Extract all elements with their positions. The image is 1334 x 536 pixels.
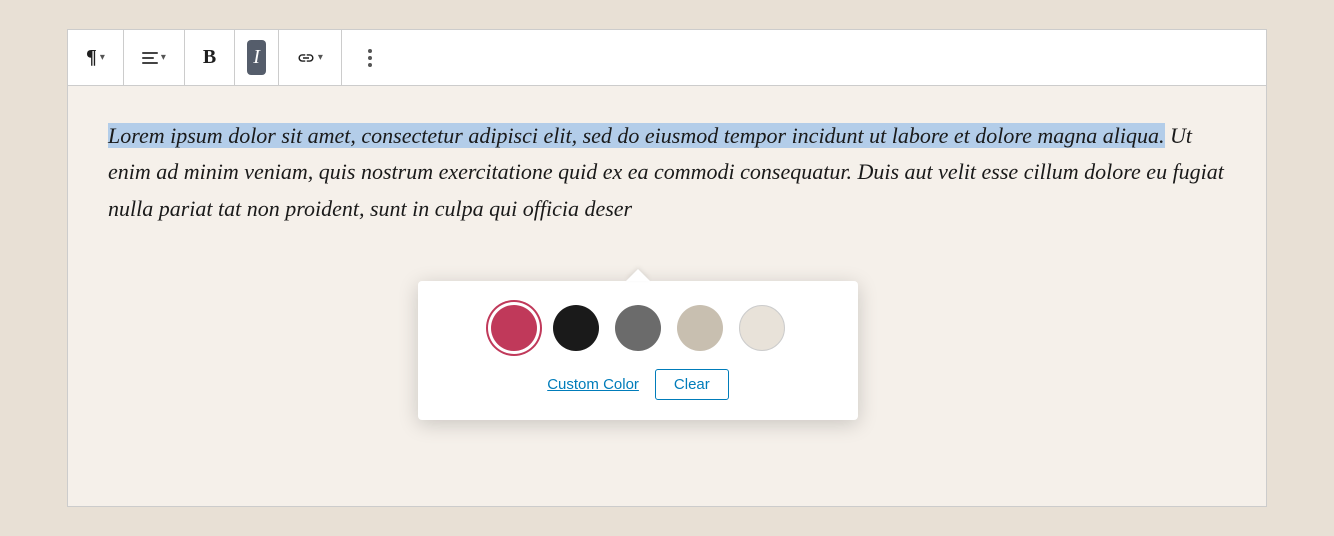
align-chevron: ▾ xyxy=(161,52,166,63)
color-swatches xyxy=(446,305,830,351)
italic-icon: I xyxy=(253,46,260,69)
more-icon xyxy=(360,41,380,75)
selected-text: Lorem ipsum dolor sit amet, consectetur … xyxy=(108,123,1165,148)
bold-button[interactable]: B xyxy=(197,40,222,75)
align-icon xyxy=(142,52,158,64)
content-paragraph: Lorem ipsum dolor sit amet, consectetur … xyxy=(108,118,1226,227)
color-swatch-light-gray[interactable] xyxy=(677,305,723,351)
color-swatch-cream[interactable] xyxy=(739,305,785,351)
paragraph-button[interactable]: ¶ ▾ xyxy=(80,40,111,75)
content-area: Lorem ipsum dolor sit amet, consectetur … xyxy=(68,86,1266,506)
paragraph-chevron: ▾ xyxy=(100,52,105,63)
align-button[interactable]: ▾ xyxy=(136,46,172,70)
more-group xyxy=(342,30,398,85)
italic-button[interactable]: I xyxy=(247,40,266,75)
editor-toolbar: ¶ ▾ ▾ B I xyxy=(68,30,1266,86)
align-group: ▾ xyxy=(124,30,185,85)
paragraph-group: ¶ ▾ xyxy=(68,30,124,85)
link-button[interactable]: ▾ xyxy=(291,43,329,73)
italic-group: I xyxy=(235,30,279,85)
color-swatch-crimson[interactable] xyxy=(491,305,537,351)
paragraph-icon: ¶ xyxy=(86,46,97,69)
popup-arrow xyxy=(626,269,650,281)
content-rest-4b: tat non proident, sunt in culpa qui offi… xyxy=(218,196,632,221)
link-icon xyxy=(297,49,315,67)
link-group: ▾ xyxy=(279,30,342,85)
bold-icon: B xyxy=(203,46,216,69)
bold-group: B xyxy=(185,30,235,85)
link-chevron: ▾ xyxy=(318,52,323,63)
more-button[interactable] xyxy=(354,35,386,81)
color-swatch-black[interactable] xyxy=(553,305,599,351)
custom-color-button[interactable]: Custom Color xyxy=(547,376,639,393)
color-swatch-gray[interactable] xyxy=(615,305,661,351)
content-rest-2b: quid ex ea commodi consequatur. Duis aut xyxy=(558,159,933,184)
popup-actions: Custom Color Clear xyxy=(446,369,830,400)
color-popup: Custom Color Clear xyxy=(418,281,858,420)
editor-wrapper: ¶ ▾ ▾ B I xyxy=(67,29,1267,507)
clear-button[interactable]: Clear xyxy=(655,369,729,400)
